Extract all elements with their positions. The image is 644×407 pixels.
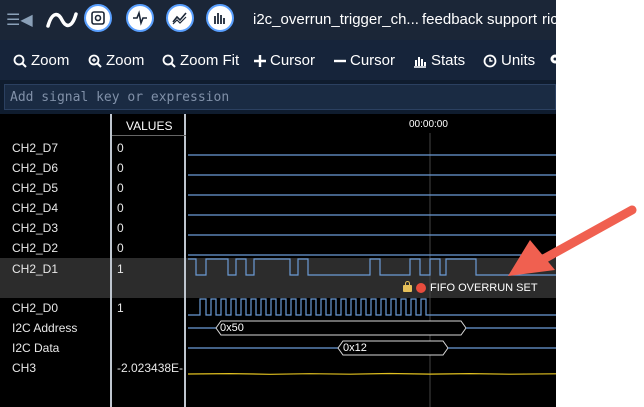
callout-arrow-icon (508, 205, 637, 276)
